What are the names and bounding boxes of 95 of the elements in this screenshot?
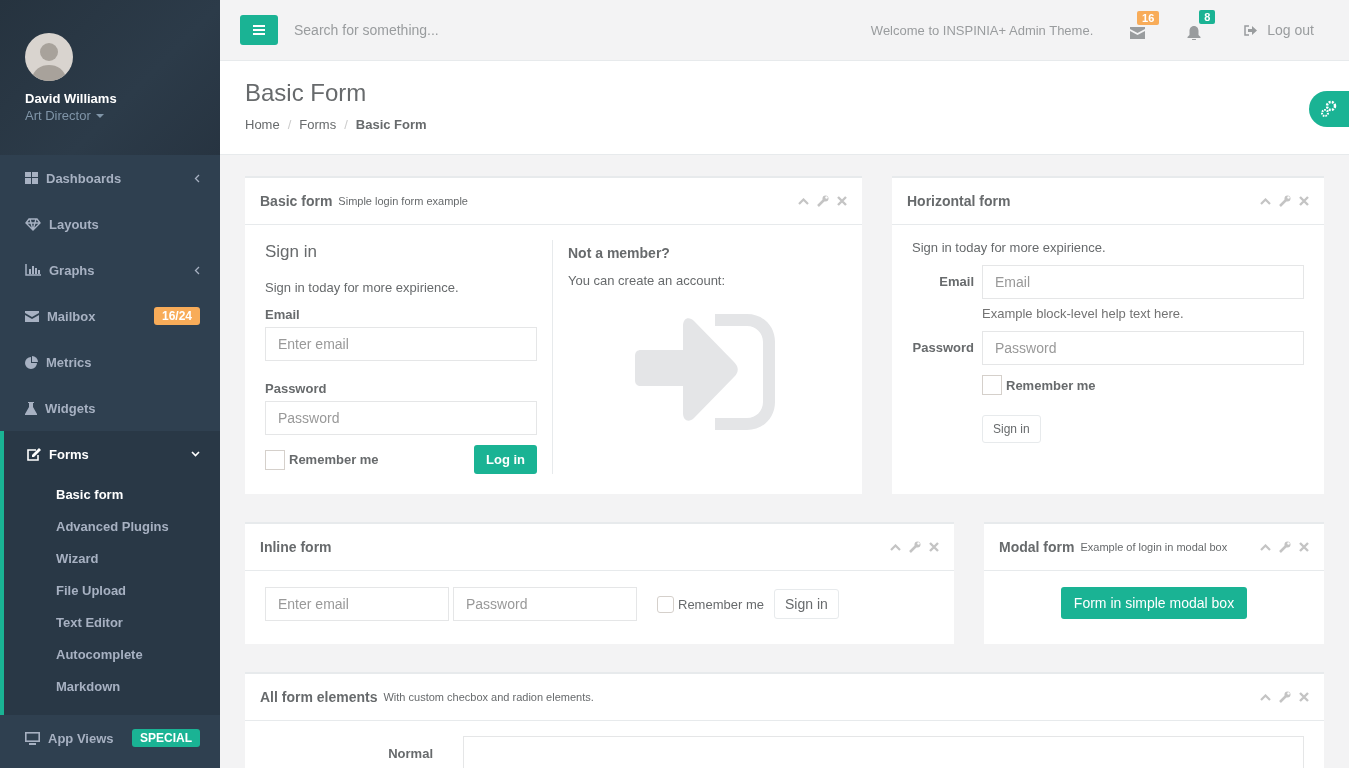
breadcrumb-link[interactable]: Home	[245, 117, 280, 132]
checkbox[interactable]	[657, 595, 674, 613]
count-badge: 16	[1137, 11, 1160, 25]
form-heading: Sign in	[265, 242, 318, 262]
sign-in-icon	[635, 314, 775, 430]
wrench-icon[interactable]	[909, 541, 921, 553]
close-icon[interactable]	[929, 542, 939, 552]
sign-in-button[interactable]: Sign in	[773, 589, 839, 619]
close-icon[interactable]	[1299, 542, 1309, 552]
help-text: Example block-level help text here.	[982, 306, 1185, 321]
form-description: Sign in today for more expirience.	[265, 280, 460, 295]
submenu-item[interactable]: Markdown	[4, 671, 220, 703]
nav-badge: SPECIAL	[132, 729, 200, 747]
checkbox-label: Remember me	[678, 596, 764, 612]
form-description: You can create an account:	[568, 273, 727, 288]
input-field[interactable]	[463, 736, 1304, 768]
nav-badge: 16/24	[153, 307, 200, 325]
settings-button[interactable]	[1309, 91, 1349, 127]
nav-item[interactable]: Graphs	[0, 247, 220, 293]
input-field[interactable]: Password	[453, 587, 637, 621]
caret-down-icon	[95, 113, 104, 118]
chevron-up-icon[interactable]	[1260, 197, 1271, 205]
input-field[interactable]: Password	[982, 331, 1304, 365]
wrench-icon[interactable]	[1279, 691, 1291, 703]
pie-chart-icon	[25, 355, 38, 369]
chevron-up-icon[interactable]	[798, 197, 809, 205]
checkbox[interactable]	[982, 375, 1002, 395]
field-label: Normal	[387, 745, 433, 761]
panel-title: Horizontal form	[907, 193, 1011, 209]
nav-item[interactable]: Forms	[4, 431, 220, 477]
panel-title: Modal form	[999, 539, 1075, 555]
nav-item[interactable]: Dashboards	[0, 155, 220, 201]
chevron-up-icon[interactable]	[890, 543, 901, 551]
sign-in-button[interactable]: Sign in	[982, 415, 1041, 443]
chevron-up-icon[interactable]	[1260, 543, 1271, 551]
nav-item[interactable]: App Views SPECIAL	[0, 715, 220, 761]
submenu-item[interactable]: Autocomplete	[4, 639, 220, 671]
panel-subtitle: With custom checbox and radion elements.	[383, 691, 595, 703]
submenu-item[interactable]: File Upload	[4, 575, 220, 607]
submenu-item[interactable]: Advanced Plugins	[4, 511, 220, 543]
checkbox[interactable]	[265, 449, 285, 470]
panel-subtitle: Example of login in modal box	[1080, 541, 1229, 553]
form-description: Sign in today for more expirience.	[912, 240, 1107, 255]
close-icon[interactable]	[837, 196, 847, 206]
wrench-icon[interactable]	[1279, 541, 1291, 553]
menu-icon	[253, 25, 265, 35]
form-heading: Not a member?	[568, 245, 671, 261]
breadcrumb-link[interactable]: Forms	[299, 117, 337, 132]
nav-item[interactable]: Metrics	[0, 339, 220, 385]
wrench-icon[interactable]	[817, 195, 829, 207]
panel-subtitle: Simple login form example	[338, 195, 469, 207]
search-field[interactable]: Search for something...	[294, 18, 594, 42]
field-label: Password	[912, 339, 975, 355]
input-field[interactable]: Enter email	[265, 587, 449, 621]
field-label: Email	[938, 273, 975, 289]
envelope-icon[interactable]	[1130, 27, 1146, 39]
grid-icon	[25, 172, 38, 184]
bell-icon[interactable]	[1187, 26, 1202, 40]
settings-icon	[1320, 100, 1338, 118]
input-field[interactable]: Email	[982, 265, 1304, 299]
page-title: Basic Form	[245, 79, 367, 107]
breadcrumb-separator: /	[344, 117, 348, 132]
checkbox-label: Remember me	[289, 452, 379, 467]
welcome-text: Welcome to INSPINIA+ Admin Theme.	[870, 22, 1094, 38]
edit-icon	[27, 447, 41, 461]
flask-icon	[25, 401, 37, 415]
nav-item[interactable]: Mailbox 16/24	[0, 293, 220, 339]
close-icon[interactable]	[1299, 692, 1309, 702]
sign-out-icon	[1244, 24, 1258, 36]
field-label: Password	[265, 381, 328, 396]
count-badge: 8	[1199, 10, 1216, 24]
submenu-item[interactable]: Basic form	[4, 479, 220, 511]
wrench-icon[interactable]	[1279, 195, 1291, 207]
panel-title: Inline form	[260, 539, 332, 555]
close-icon[interactable]	[1299, 196, 1309, 206]
user-role-dropdown[interactable]: Art Director	[25, 108, 104, 123]
menu-button[interactable]	[240, 15, 278, 45]
submenu-item[interactable]: Wizard	[4, 543, 220, 575]
user-name: David Williams	[25, 91, 118, 106]
panel-title: Basic form	[260, 193, 333, 209]
monitor-icon	[25, 731, 40, 745]
breadcrumb-separator: /	[287, 117, 292, 132]
chevron-up-icon[interactable]	[1260, 693, 1271, 701]
envelope-icon	[25, 310, 39, 322]
avatar[interactable]	[25, 33, 73, 81]
panel-title: All form elements	[260, 689, 378, 705]
diamond-icon	[25, 217, 41, 231]
submenu-item[interactable]: Text Editor	[4, 607, 220, 639]
checkbox-label: Remember me	[1006, 377, 1096, 393]
input-field[interactable]: Password	[265, 401, 537, 435]
field-label: Email	[265, 307, 301, 322]
bar-chart-icon	[25, 264, 41, 276]
nav-item[interactable]: Widgets	[0, 385, 220, 431]
input-field[interactable]: Enter email	[265, 327, 537, 361]
nav-item[interactable]: Layouts	[0, 201, 220, 247]
